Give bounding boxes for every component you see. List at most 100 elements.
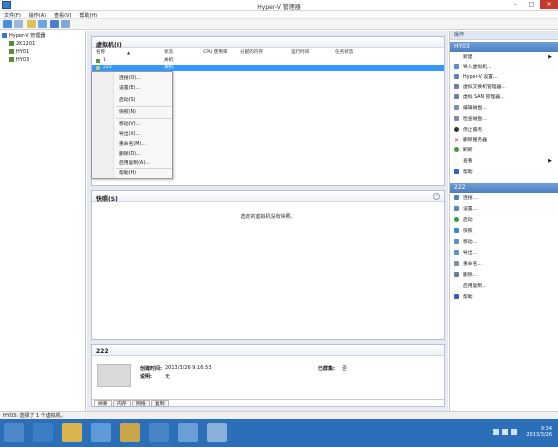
snapshot-panel: 快照(S) ⌃ 选定的虚拟机没有快照。 [91, 190, 445, 340]
action-stop-service[interactable]: 停止服务 [454, 126, 558, 135]
vm-thumbnail [97, 364, 131, 387]
action-remove-server[interactable]: ✕ 删除服务器 [454, 136, 558, 145]
table-row[interactable]: 1 关机 [92, 58, 444, 64]
action-start[interactable]: 启动 [454, 216, 558, 225]
action-enable-replication[interactable]: 启用复制... [454, 282, 558, 291]
vm-icon [96, 59, 100, 63]
powershell-icon[interactable] [33, 423, 53, 442]
console-tree-icon[interactable] [38, 20, 47, 28]
menu-view[interactable]: 查看(V) [50, 11, 75, 19]
tab-memory[interactable]: 内存 [113, 400, 131, 407]
folder-icon[interactable] [27, 20, 36, 28]
action-view[interactable]: 查看 ▶ [454, 157, 558, 166]
server-section-header[interactable]: HY03 [450, 42, 558, 52]
menu-item-rename[interactable]: 重命名(M)... [119, 140, 146, 149]
col-state[interactable]: 状态 [164, 49, 173, 56]
context-menu: 连接(O)... 设置(E)... 启动(S) 快照(N) 移动(V)... 导… [91, 71, 173, 179]
help-icon[interactable] [50, 20, 59, 28]
action-snapshot[interactable]: 快照 [454, 227, 558, 236]
menu-item-delete[interactable]: 删除(D)... [119, 150, 141, 159]
tree-server[interactable]: 2K1201 [9, 41, 35, 48]
san-icon [454, 94, 459, 99]
action-import-vm[interactable]: 导入虚拟机... [454, 63, 558, 72]
tree-server[interactable]: HY03 [9, 57, 29, 64]
menu-item-start[interactable]: 启动(S) [119, 96, 135, 105]
col-uptime[interactable]: 运行时间 [291, 49, 309, 56]
menu-file[interactable]: 文件(F) [0, 11, 25, 19]
menu-gutter [92, 72, 114, 178]
start-icon [454, 217, 459, 222]
action-delete[interactable]: 删除... [454, 271, 558, 280]
menu-item-help[interactable]: 帮助(H) [119, 169, 136, 178]
menu-item-snapshot[interactable]: 快照(N) [119, 108, 136, 117]
action-new[interactable]: 新建 ▶ [454, 53, 558, 62]
minimize-icon[interactable]: – [509, 0, 522, 9]
file-explorer-icon[interactable] [62, 423, 82, 442]
detail-panel-title: 222 [92, 345, 444, 356]
server-icon [9, 49, 14, 54]
chevron-right-icon: ▶ [548, 54, 552, 60]
action-inspect-disk[interactable]: 检查磁盘... [454, 115, 558, 124]
vm-section-header[interactable]: 222 [450, 183, 558, 193]
menu-item-enable-replication[interactable]: 启用复制(A)... [119, 159, 150, 168]
action-move[interactable]: 移动... [454, 238, 558, 247]
tree-root[interactable]: Hyper-V 管理器 [2, 33, 45, 40]
volume-icon[interactable] [511, 429, 517, 435]
action-help[interactable]: 帮助 [454, 168, 558, 177]
blank-icon [454, 283, 459, 288]
network-icon[interactable] [178, 423, 198, 442]
action-settings[interactable]: 设置... [454, 205, 558, 214]
menu-help[interactable]: 帮助(H) [75, 11, 101, 19]
tab-network[interactable]: 网络 [132, 400, 150, 407]
menu-action[interactable]: 操作(A) [25, 11, 50, 19]
clustered-value: 否 [342, 366, 348, 372]
remote-desktop-icon[interactable] [149, 423, 169, 442]
console-tree: Hyper-V 管理器 2K1201 HY01 HY03 [0, 31, 86, 411]
action-edit-disk[interactable]: 编辑磁盘... [454, 104, 558, 113]
chevron-right-icon: ▶ [548, 158, 552, 164]
server-icon [9, 41, 14, 46]
forward-icon[interactable] [14, 20, 23, 28]
window-title: Hyper-V 管理器 [257, 4, 301, 11]
col-memory[interactable]: 分配的内存 [240, 49, 263, 56]
properties-icon[interactable] [61, 20, 70, 28]
menu-item-export[interactable]: 导出(X)... [119, 130, 140, 139]
col-name[interactable]: 名称 [96, 49, 105, 56]
network-tray-icon[interactable] [502, 429, 508, 435]
created-label: 创建时间: [140, 366, 162, 372]
actions-pane: 操作 HY03 新建 ▶ 导入虚拟机... Hyper-V 设置... 虚拟交换机… [449, 31, 558, 411]
flag-icon[interactable] [493, 429, 499, 435]
tree-server[interactable]: HY01 [9, 49, 29, 56]
toolbar [0, 19, 558, 30]
close-icon[interactable]: ✕ [540, 0, 558, 9]
tools-icon[interactable] [207, 423, 227, 442]
created-value: 2013/3/26 9:16:53 [165, 365, 212, 371]
action-rename[interactable]: 重命名... [454, 260, 558, 269]
server-manager-icon[interactable] [4, 423, 24, 442]
action-connect[interactable]: 连接... [454, 194, 558, 203]
action-refresh[interactable]: 刷新 [454, 146, 558, 155]
menu-item-connect[interactable]: 连接(O)... [119, 74, 141, 83]
back-icon[interactable] [3, 20, 12, 28]
notepad-icon[interactable] [120, 423, 140, 442]
menu-item-settings[interactable]: 设置(E)... [119, 84, 140, 93]
col-cpu[interactable]: CPU 使用率 [203, 49, 228, 56]
collapse-icon[interactable]: ⌃ [433, 193, 440, 200]
tab-replication[interactable]: 复制 [151, 400, 169, 407]
detail-tabs: 摘要 内存 网络 复制 [92, 399, 444, 407]
action-hyperv-settings[interactable]: Hyper-V 设置... [454, 73, 558, 82]
action-vm-help[interactable]: 帮助 [454, 293, 558, 302]
action-virtual-switch-manager[interactable]: 虚拟交换机管理器... [454, 83, 558, 92]
menu-item-move[interactable]: 移动(V)... [119, 120, 140, 129]
edit-disk-icon [454, 105, 459, 110]
blank-icon [454, 54, 459, 59]
action-virtual-san-manager[interactable]: 虚拟 SAN 管理器... [454, 93, 558, 102]
hyperv-manager-taskbar-icon[interactable] [91, 423, 111, 442]
blank-icon [454, 158, 459, 163]
maximize-icon[interactable]: □ [525, 0, 538, 9]
col-task-status[interactable]: 任务状态 [335, 49, 353, 56]
tab-summary[interactable]: 摘要 [94, 400, 112, 407]
action-export[interactable]: 导出... [454, 249, 558, 258]
clock[interactable]: 9:34 2013/3/26 [526, 426, 552, 438]
snapshot-empty-message: 选定的虚拟机没有快照。 [240, 214, 296, 220]
